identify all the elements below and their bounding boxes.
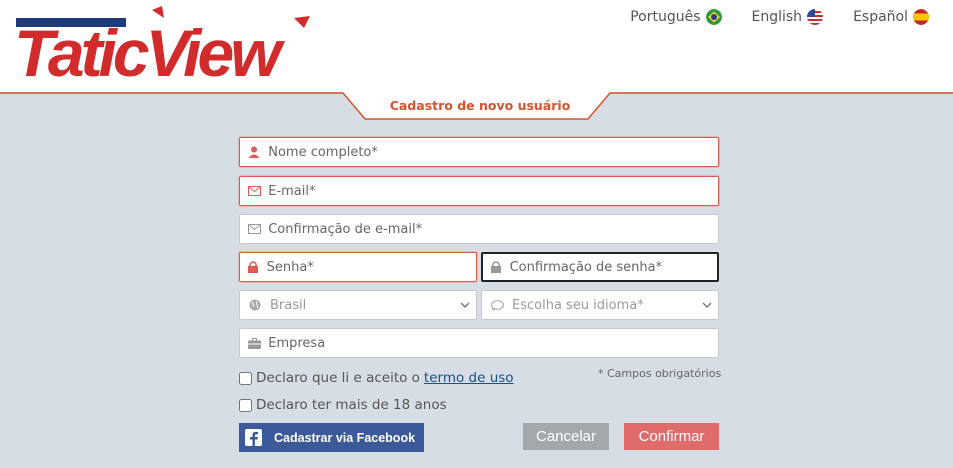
lang-spanish[interactable]: Español	[853, 9, 929, 25]
envelope-icon	[240, 224, 268, 234]
facebook-button-label: Cadastrar via Facebook	[274, 430, 416, 445]
language-select[interactable]: Escolha seu idioma*	[481, 290, 719, 320]
form-title: Cadastro de novo usuário	[389, 98, 571, 113]
globe-icon	[240, 299, 270, 311]
spain-flag-icon	[913, 9, 929, 25]
user-icon	[240, 146, 268, 158]
email-field[interactable]	[239, 176, 719, 206]
password-input[interactable]	[266, 253, 476, 281]
usa-flag-icon	[807, 9, 824, 25]
password-field[interactable]	[239, 252, 477, 282]
age-checkbox[interactable]	[239, 398, 252, 412]
company-input[interactable]	[268, 329, 718, 357]
lang-english[interactable]: English	[752, 9, 824, 25]
envelope-icon	[240, 186, 268, 196]
header: TaticView Português English Español	[0, 0, 953, 93]
terms-checkbox[interactable]	[239, 371, 252, 385]
full-name-input[interactable]	[268, 138, 718, 166]
full-name-field[interactable]	[239, 137, 719, 167]
email-confirm-input[interactable]	[268, 215, 718, 243]
email-confirm-field[interactable]	[239, 214, 719, 244]
terms-label: Declaro que li e aceito o	[256, 370, 420, 386]
lock-icon	[483, 261, 510, 273]
required-note: * Campos obrigatórios	[598, 367, 722, 380]
lang-label: Português	[630, 9, 701, 25]
lang-portuguese[interactable]: Português	[630, 9, 722, 25]
terms-link[interactable]: termo de uso	[424, 370, 514, 386]
briefcase-icon	[240, 337, 268, 349]
facebook-icon	[245, 429, 262, 446]
country-value: Brasil	[270, 297, 307, 313]
confirm-button[interactable]: Confirmar	[624, 423, 719, 450]
terms-row: Declaro que li e aceito o termo de uso	[239, 370, 514, 386]
password-confirm-field[interactable]	[481, 252, 719, 282]
chat-icon	[482, 299, 512, 311]
password-confirm-input[interactable]	[509, 254, 717, 280]
lang-label: Español	[853, 9, 908, 25]
language-value: Escolha seu idioma*	[512, 297, 644, 313]
chevron-down-icon	[696, 302, 718, 308]
taticview-logo: TaticView	[14, 6, 310, 84]
cancel-button[interactable]: Cancelar	[523, 423, 609, 450]
country-select[interactable]: Brasil	[239, 290, 477, 320]
lang-label: English	[751, 9, 803, 25]
company-field[interactable]	[239, 328, 719, 358]
lock-icon	[240, 261, 267, 273]
facebook-signup-button[interactable]: Cadastrar via Facebook	[239, 423, 424, 452]
age-row: Declaro ter mais de 18 anos	[239, 397, 447, 413]
chevron-down-icon	[454, 302, 476, 308]
language-selector: Português English Español	[600, 9, 929, 25]
brazil-flag-icon	[705, 9, 722, 25]
email-input[interactable]	[268, 177, 718, 205]
age-label: Declaro ter mais de 18 anos	[256, 397, 447, 413]
